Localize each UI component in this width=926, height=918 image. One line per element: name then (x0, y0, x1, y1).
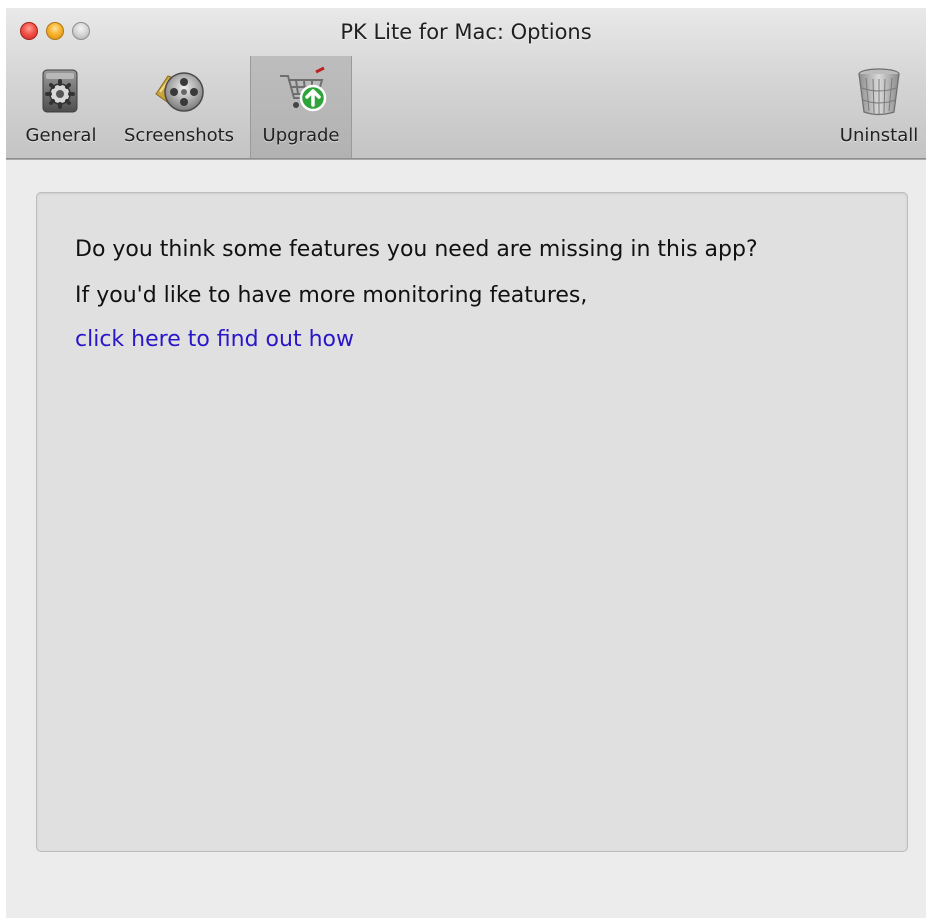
film-reel-icon (152, 64, 206, 118)
trash-can-icon (852, 64, 906, 118)
window-title: PK Lite for Mac: Options (340, 20, 592, 44)
upgrade-panel: Do you think some features you need are … (36, 192, 908, 852)
toolbar-item-screenshots[interactable]: Screenshots (116, 56, 242, 158)
toolbar-item-general[interactable]: General (18, 56, 104, 158)
missing-features-text: Do you think some features you need are … (75, 237, 758, 262)
gear-icon (34, 64, 88, 118)
options-window: PK Lite for Mac: Options General Screens… (6, 8, 926, 918)
toolbar-label-upgrade: Upgrade (262, 125, 340, 146)
more-features-text: If you'd like to have more monitoring fe… (75, 283, 588, 308)
toolbar-item-uninstall[interactable]: Uninstall (832, 56, 926, 158)
titlebar-toolbar: PK Lite for Mac: Options General Screens… (6, 8, 926, 159)
toolbar-item-upgrade[interactable]: Upgrade (250, 56, 352, 158)
shopping-cart-upgrade-icon (274, 64, 328, 118)
toolbar-label-general: General (25, 125, 97, 146)
toolbar-label-screenshots: Screenshots (123, 125, 235, 146)
find-out-how-link[interactable]: click here to find out how (75, 327, 354, 352)
toolbar-label-uninstall: Uninstall (839, 125, 919, 146)
